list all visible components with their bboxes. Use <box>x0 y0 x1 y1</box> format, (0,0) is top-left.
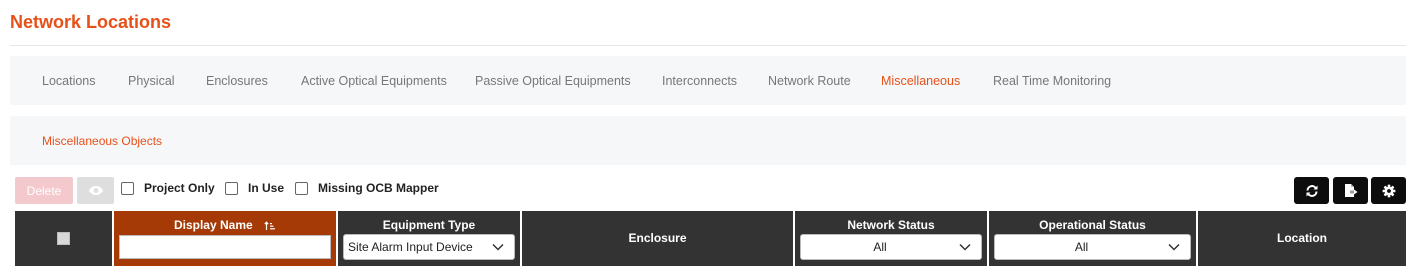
header-enclosure: Enclosure <box>522 211 793 266</box>
refresh-button[interactable] <box>1294 177 1329 204</box>
equipment-type-select[interactable]: Site Alarm Input Device <box>343 234 515 260</box>
tab-active-optical-equipments[interactable]: Active Optical Equipments <box>301 74 447 88</box>
view-button[interactable] <box>77 177 114 204</box>
tab-passive-optical-equipments[interactable]: Passive Optical Equipments <box>475 74 631 88</box>
in-use-filter[interactable]: In Use <box>225 181 284 195</box>
operational-status-select[interactable]: All <box>994 234 1191 260</box>
display-name-filter-input[interactable] <box>119 235 331 259</box>
header-location: Location <box>1198 211 1406 266</box>
chevron-down-icon <box>1168 243 1180 251</box>
header-operational-status: Operational Status All <box>989 211 1196 266</box>
header-display-name[interactable]: Display Name <box>114 211 336 266</box>
refresh-icon <box>1306 184 1317 197</box>
missing-ocb-mapper-filter[interactable]: Missing OCB Mapper <box>295 181 439 195</box>
tab-network-route[interactable]: Network Route <box>768 74 851 88</box>
header-select-all <box>15 211 112 266</box>
chevron-down-icon <box>959 243 971 251</box>
enclosure-header-label: Enclosure <box>628 231 687 245</box>
equipment-type-header-label: Equipment Type <box>382 218 476 232</box>
settings-button[interactable] <box>1371 177 1406 204</box>
network-status-selected-value: All <box>873 240 887 254</box>
project-only-filter[interactable]: Project Only <box>121 181 215 195</box>
network-status-header-label: Network Status <box>847 218 935 232</box>
sort-ascending-icon[interactable] <box>264 221 276 231</box>
header-equipment-type: Equipment Type Site Alarm Input Device <box>338 211 520 266</box>
project-only-label: Project Only <box>144 181 215 195</box>
subtab-miscellaneous-objects[interactable]: Miscellaneous Objects <box>42 134 162 148</box>
sub-tab-bar: Miscellaneous Objects <box>10 116 1406 165</box>
network-status-select[interactable]: All <box>800 234 982 260</box>
tab-interconnects[interactable]: Interconnects <box>662 74 737 88</box>
in-use-label: In Use <box>248 181 285 195</box>
select-all-checkbox[interactable] <box>57 232 70 245</box>
gear-icon <box>1382 184 1395 197</box>
missing-ocb-mapper-label: Missing OCB Mapper <box>318 181 439 195</box>
title-divider <box>10 45 1406 46</box>
eye-icon <box>88 186 103 195</box>
page-title: Network Locations <box>10 12 172 32</box>
missing-ocb-mapper-checkbox[interactable] <box>295 181 308 195</box>
project-only-checkbox[interactable] <box>121 181 134 195</box>
location-header-label: Location <box>1277 231 1327 245</box>
equipment-type-selected-value: Site Alarm Input Device <box>348 240 473 254</box>
tab-enclosures[interactable]: Enclosures <box>206 74 268 88</box>
display-name-header-label: Display Name <box>173 218 253 232</box>
tab-miscellaneous[interactable]: Miscellaneous <box>881 74 960 88</box>
tab-real-time-monitoring[interactable]: Real Time Monitoring <box>993 74 1111 88</box>
in-use-checkbox[interactable] <box>225 181 238 195</box>
export-icon <box>1345 184 1358 197</box>
header-network-status: Network Status All <box>795 211 987 266</box>
tab-physical[interactable]: Physical <box>128 74 175 88</box>
chevron-down-icon <box>492 243 504 251</box>
main-tab-bar: Locations Physical Enclosures Active Opt… <box>10 56 1406 105</box>
tab-locations[interactable]: Locations <box>42 74 96 88</box>
export-button[interactable] <box>1333 177 1368 204</box>
operational-status-selected-value: All <box>1074 240 1089 254</box>
operational-status-header-label: Operational Status <box>1039 218 1146 232</box>
delete-button[interactable]: Delete <box>15 177 73 204</box>
